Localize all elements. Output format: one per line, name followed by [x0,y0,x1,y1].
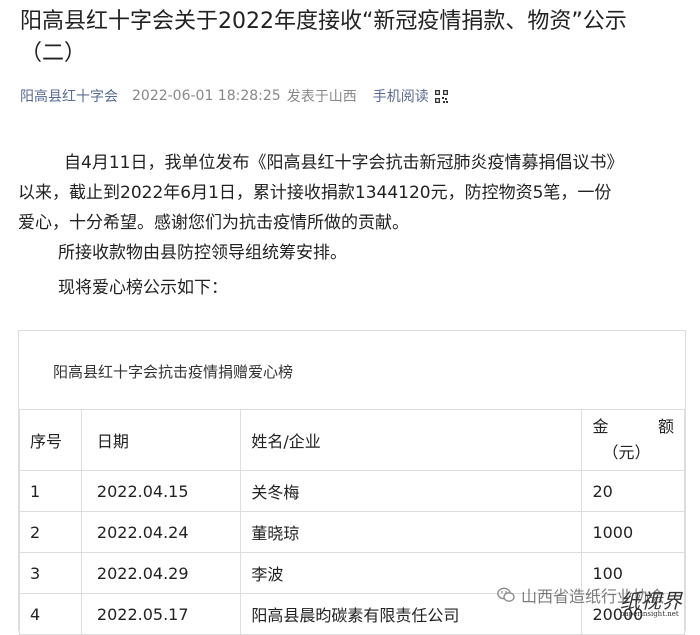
header-name: 姓名/企业 [240,409,583,471]
publish-datetime: 2022-06-01 18:28:25 [132,88,281,104]
header-date: 日期 [80,409,242,471]
cell-no: 2 [19,511,82,553]
header-amount: 金 额 （元） [581,409,685,471]
table-row: 1 2022.04.15 关冬梅 20 [19,470,685,512]
paragraph: 现将爱心榜公示如下： [58,278,228,298]
header-amount-unit: （元） [602,443,651,462]
article-meta: 阳高县红十字会 2022-06-01 18:28:25 发表于山西 手机阅读 [20,86,448,106]
cell-date: 2022.04.29 [80,552,242,594]
paragraph: 自4月11日，我单位发布《阳高县红十字会抗击新冠肺炎疫情募捐倡议书》以来，截止到… [18,153,615,233]
article-title: 阳高县红十字会关于2022年度接收“新冠疫情捐款、物资”公示（二） [20,9,627,66]
qrcode-icon[interactable] [434,89,448,103]
cell-amount: 20 [581,470,685,512]
cell-date: 2022.05.17 [80,593,242,635]
table-caption: 阳高县红十字会抗击疫情捐赠爱心榜 [53,363,294,381]
header-amount-a: 金 [592,417,609,436]
cell-name: 关冬梅 [240,470,583,512]
article-body: 自4月11日，我单位发布《阳高县红十字会抗击新冠肺炎疫情募捐倡议书》以来，截止到… [18,148,618,303]
mobile-read-link[interactable]: 手机阅读 [373,86,429,106]
header-no: 序号 [19,409,82,471]
wechat-icon [497,587,515,602]
cell-amount: 1000 [581,511,685,553]
header-amount-b: 额 [657,417,674,436]
table-header-row: 序号 日期 姓名/企业 金 额 （元） [19,409,685,471]
cell-date: 2022.04.24 [80,511,242,553]
cell-no: 3 [19,552,82,594]
cell-name: 董晓琼 [240,511,583,553]
cell-date: 2022.04.15 [80,470,242,512]
table-row: 2 2022.04.24 董晓琼 1000 [19,511,685,553]
cell-no: 1 [19,470,82,512]
watermark-logo-domain: paperinsight.net [620,610,679,618]
org-link[interactable]: 阳高县红十字会 [20,86,118,106]
paragraph: 所接收款物由县防控领导组统筹安排。 [58,243,347,263]
watermark-logo: 纸视界 paperinsight.net [620,585,683,618]
publish-location: 发表于山西 [286,89,357,105]
cell-no: 4 [19,593,82,635]
